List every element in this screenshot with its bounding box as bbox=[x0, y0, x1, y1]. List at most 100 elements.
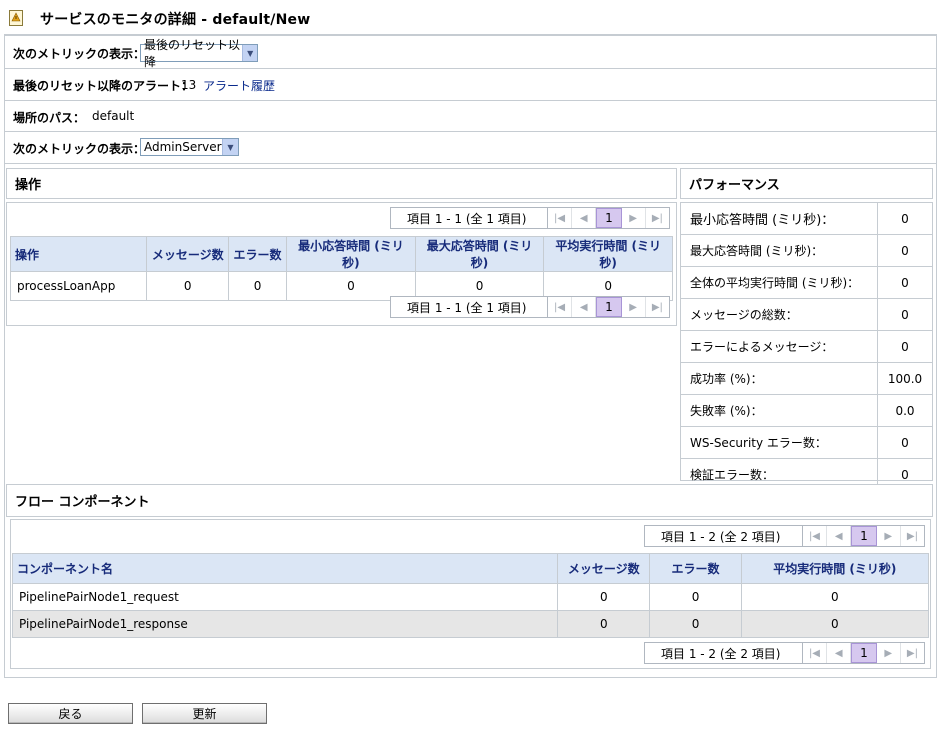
metric-label: 次のメトリックの表示： bbox=[13, 47, 146, 61]
perf-value: 0 bbox=[901, 339, 909, 354]
col-operation[interactable]: 操作 bbox=[9, 236, 148, 272]
perf-item: メッセージの総数： 0 bbox=[681, 299, 932, 331]
perf-item: 全体の平均実行時間 (ミリ秒)： 0 bbox=[681, 267, 932, 299]
server-metric-label: 次のメトリックの表示： bbox=[13, 142, 146, 156]
alerts-row: 最後のリセット以降のアラート： 13 アラート履歴 bbox=[4, 69, 937, 101]
alert-history-link[interactable]: アラート履歴 bbox=[203, 77, 275, 94]
perf-value: 0 bbox=[901, 243, 909, 258]
perf-label: 全体の平均実行時間 (ミリ秒)： bbox=[681, 267, 878, 298]
col-messages[interactable]: メッセージ数 bbox=[557, 553, 651, 584]
error-count: 0 bbox=[649, 583, 742, 611]
pager-text: 項目 1 - 1 (全 1 項目) bbox=[391, 208, 548, 228]
error-count: 0 bbox=[649, 610, 742, 638]
alerts-label: 最後のリセット以降のアラート： bbox=[13, 79, 194, 93]
flow-title: フロー コンポーネント bbox=[7, 485, 932, 516]
perf-label: 成功率 (%)： bbox=[681, 363, 878, 394]
chevron-down-icon[interactable]: ▼ bbox=[242, 45, 257, 61]
perf-value: 0 bbox=[901, 307, 909, 322]
operations-table: 操作 メッセージ数 エラー数 最小応答時間 (ミリ秒) 最大応答時間 (ミリ秒)… bbox=[9, 236, 673, 301]
perf-value: 100.0 bbox=[887, 371, 923, 386]
table-row[interactable]: PipelinePairNode1_response 0 0 0 bbox=[11, 610, 930, 638]
message-count: 0 bbox=[557, 583, 651, 611]
prev-page-icon[interactable]: ◀ bbox=[572, 297, 597, 317]
perf-item: 失敗率 (%)： 0.0 bbox=[681, 395, 932, 427]
performance-title: パフォーマンス bbox=[681, 169, 932, 198]
service-monitor-icon bbox=[9, 10, 23, 26]
last-page-icon[interactable]: ▶| bbox=[646, 297, 669, 317]
next-page-icon[interactable]: ▶ bbox=[622, 208, 646, 228]
prev-page-icon[interactable]: ◀ bbox=[827, 526, 852, 546]
table-row[interactable]: PipelinePairNode1_request 0 0 0 bbox=[11, 583, 930, 611]
perf-value: 0 bbox=[901, 275, 909, 290]
flow-pager-bottom: 項目 1 - 2 (全 2 項目) |◀ ◀ 1 ▶ ▶| bbox=[644, 642, 925, 664]
first-page-icon[interactable]: |◀ bbox=[548, 208, 573, 228]
col-min-response[interactable]: 最小応答時間 (ミリ秒) bbox=[286, 236, 416, 272]
current-page[interactable]: 1 bbox=[596, 208, 622, 228]
component-name: PipelinePairNode1_request bbox=[11, 583, 559, 611]
first-page-icon[interactable]: |◀ bbox=[803, 643, 828, 663]
location-value: default bbox=[92, 109, 135, 123]
pager-text: 項目 1 - 2 (全 2 項目) bbox=[645, 643, 803, 663]
table-header-row: 操作 メッセージ数 エラー数 最小応答時間 (ミリ秒) 最大応答時間 (ミリ秒)… bbox=[9, 236, 673, 272]
col-messages[interactable]: メッセージ数 bbox=[146, 236, 229, 272]
next-page-icon[interactable]: ▶ bbox=[877, 526, 901, 546]
first-page-icon[interactable]: |◀ bbox=[803, 526, 828, 546]
operation-name: processLoanApp bbox=[9, 271, 148, 301]
perf-item: WS-Security エラー数： 0 bbox=[681, 427, 932, 459]
flow-header: フロー コンポーネント bbox=[6, 484, 933, 517]
perf-label: WS-Security エラー数： bbox=[681, 427, 878, 458]
location-label: 場所のパス： bbox=[13, 111, 86, 125]
error-count: 0 bbox=[227, 271, 288, 301]
prev-page-icon[interactable]: ◀ bbox=[827, 643, 852, 663]
perf-item: 最小応答時間 (ミリ秒)： 0 bbox=[681, 203, 932, 235]
avg-exec: 0 bbox=[740, 583, 930, 611]
perf-item: 最大応答時間 (ミリ秒)： 0 bbox=[681, 235, 932, 267]
location-row: 場所のパス： default bbox=[4, 101, 937, 132]
message-count: 0 bbox=[146, 271, 229, 301]
perf-value: 0.0 bbox=[895, 403, 915, 418]
chevron-down-icon[interactable]: ▼ bbox=[222, 139, 238, 155]
current-page[interactable]: 1 bbox=[596, 297, 622, 317]
col-avg-exec[interactable]: 平均実行時間 (ミリ秒) bbox=[740, 553, 930, 584]
perf-label: メッセージの総数： bbox=[681, 299, 878, 330]
last-page-icon[interactable]: ▶| bbox=[901, 643, 924, 663]
first-page-icon[interactable]: |◀ bbox=[548, 297, 573, 317]
table-header-row: コンポーネント名 メッセージ数 エラー数 平均実行時間 (ミリ秒) bbox=[11, 553, 930, 584]
perf-value: 0 bbox=[901, 467, 909, 482]
metric-select-value: 最後のリセット以降 bbox=[144, 38, 241, 69]
col-avg-exec[interactable]: 平均実行時間 (ミリ秒) bbox=[543, 236, 673, 272]
perf-label: 失敗率 (%)： bbox=[681, 395, 878, 426]
operations-pager-bottom: 項目 1 - 1 (全 1 項目) |◀ ◀ 1 ▶ ▶| bbox=[390, 296, 670, 318]
next-page-icon[interactable]: ▶ bbox=[622, 297, 646, 317]
perf-item: 成功率 (%)： 100.0 bbox=[681, 363, 932, 395]
pager-text: 項目 1 - 1 (全 1 項目) bbox=[391, 297, 548, 317]
current-page[interactable]: 1 bbox=[851, 526, 877, 546]
server-select[interactable]: AdminServer ▼ bbox=[140, 138, 239, 156]
col-errors[interactable]: エラー数 bbox=[649, 553, 742, 584]
col-component-name[interactable]: コンポーネント名 bbox=[11, 553, 559, 584]
prev-page-icon[interactable]: ◀ bbox=[572, 208, 597, 228]
last-page-icon[interactable]: ▶| bbox=[646, 208, 669, 228]
avg-exec: 0 bbox=[740, 610, 930, 638]
next-page-icon[interactable]: ▶ bbox=[877, 643, 901, 663]
metric-select[interactable]: 最後のリセット以降 ▼ bbox=[140, 38, 258, 69]
server-select-value: AdminServer bbox=[144, 140, 222, 154]
operations-title: 操作 bbox=[7, 169, 676, 198]
flow-table: コンポーネント名 メッセージ数 エラー数 平均実行時間 (ミリ秒) Pipeli… bbox=[11, 553, 930, 638]
pager-text: 項目 1 - 2 (全 2 項目) bbox=[645, 526, 803, 546]
metric-row-1: 次のメトリックの表示： 最後のリセット以降 ▼ bbox=[4, 35, 937, 69]
component-name: PipelinePairNode1_response bbox=[11, 610, 559, 638]
perf-value: 0 bbox=[901, 211, 909, 226]
refresh-button[interactable]: 更新 bbox=[142, 703, 267, 724]
last-page-icon[interactable]: ▶| bbox=[901, 526, 924, 546]
col-errors[interactable]: エラー数 bbox=[227, 236, 288, 272]
col-max-response[interactable]: 最大応答時間 (ミリ秒) bbox=[414, 236, 545, 272]
perf-label: エラーによるメッセージ： bbox=[681, 331, 878, 362]
back-button[interactable]: 戻る bbox=[8, 703, 133, 724]
current-page[interactable]: 1 bbox=[851, 643, 877, 663]
operations-header: 操作 bbox=[6, 168, 677, 199]
page-title: サービスのモニタの詳細 - default/New bbox=[40, 12, 311, 28]
performance-panel: 最小応答時間 (ミリ秒)： 0 最大応答時間 (ミリ秒)： 0 全体の平均実行時間 … bbox=[680, 202, 933, 490]
performance-header: パフォーマンス bbox=[680, 168, 933, 199]
flow-pager-top: 項目 1 - 2 (全 2 項目) |◀ ◀ 1 ▶ ▶| bbox=[644, 525, 925, 547]
